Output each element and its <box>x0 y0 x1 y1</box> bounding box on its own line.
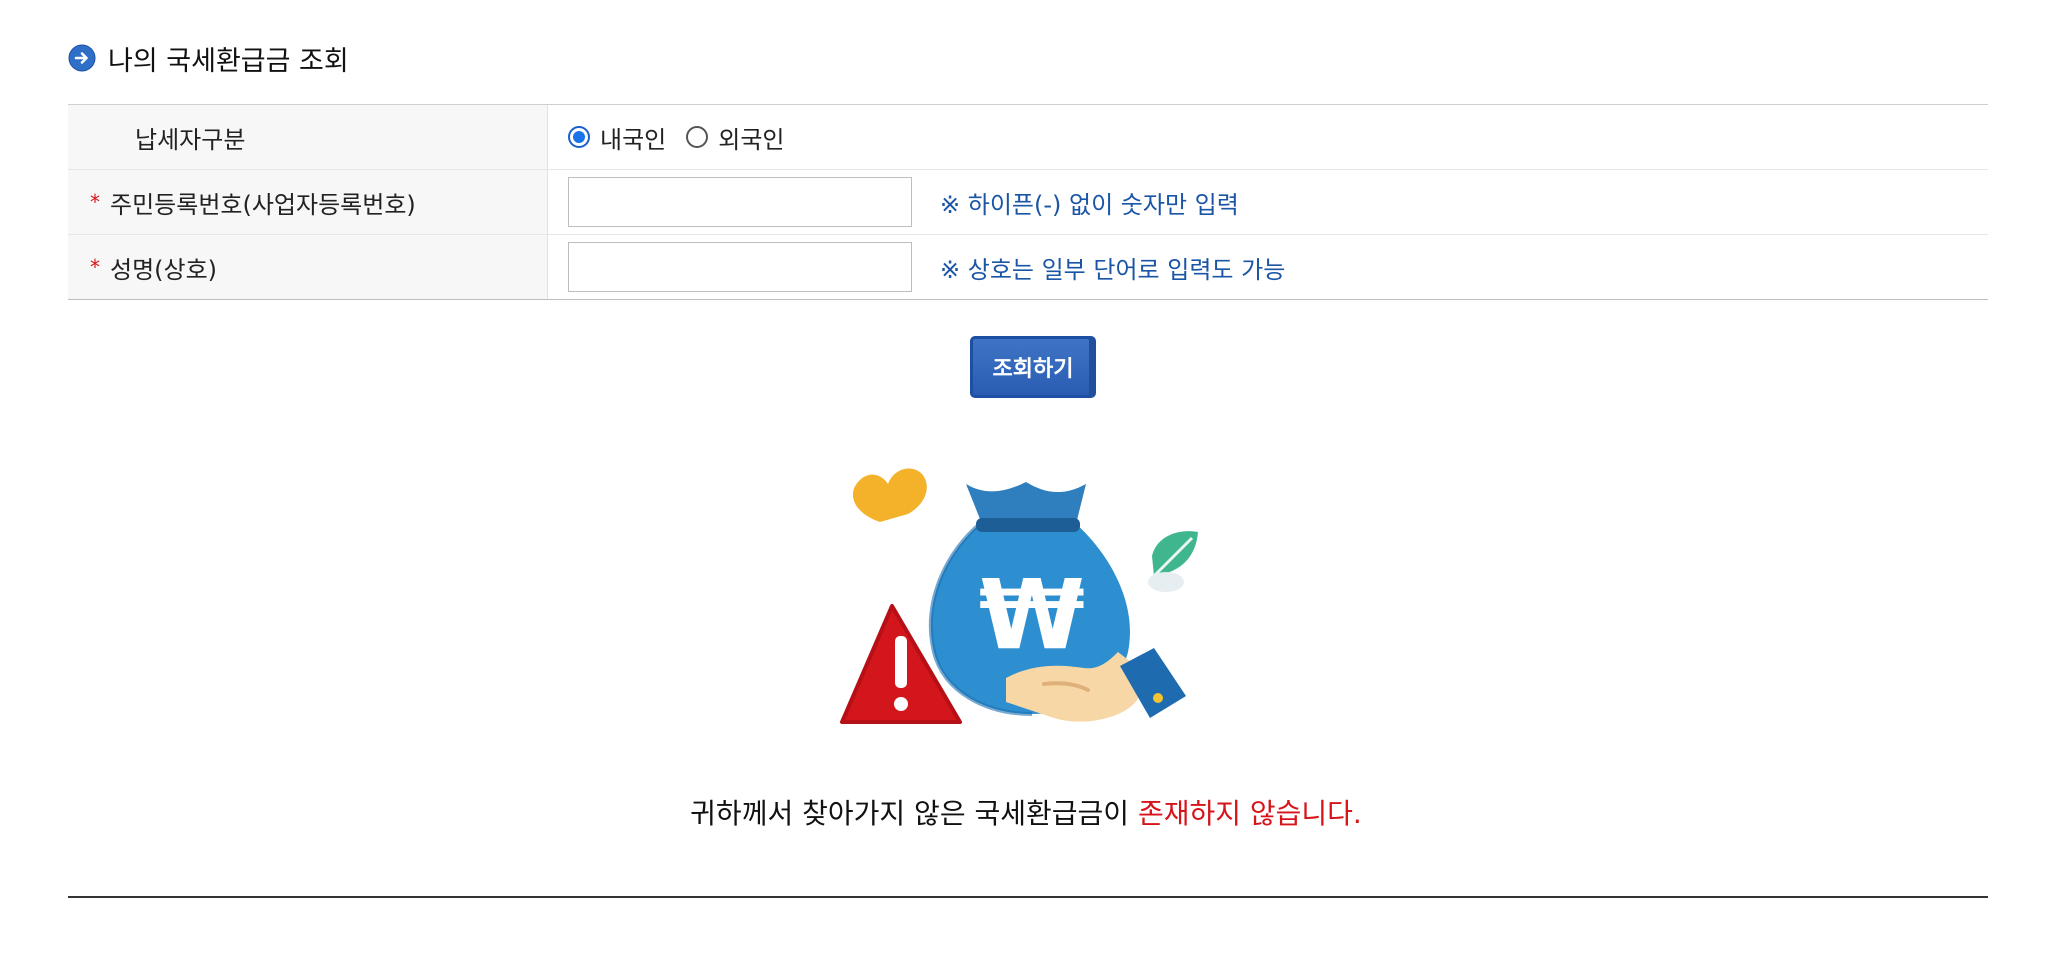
search-button[interactable]: 조회하기 <box>970 336 1096 398</box>
taxpayer-type-row: 납세자구분 내국인 외국인 <box>68 105 1988 170</box>
foreign-radio[interactable] <box>686 126 709 148</box>
required-mark-icon: * <box>90 190 100 214</box>
resident-number-row: * 주민등록번호(사업자등록번호) ※ 하이픈(-) 없이 숫자만 입력 <box>68 170 1988 235</box>
name-input[interactable] <box>568 242 912 292</box>
result-message: 귀하께서 찾아가지 않은 국세환급금이 존재하지 않습니다. <box>0 792 2052 832</box>
name-label: 성명(상호) <box>110 255 218 284</box>
section-title-text: 나의 국세환급금 조회 <box>108 45 349 77</box>
name-hint: ※ 상호는 일부 단어로 입력도 가능 <box>940 255 1286 284</box>
taxpayer-type-label-cell: 납세자구분 <box>68 105 548 169</box>
foreign-radio-label[interactable]: 외국인 <box>718 120 784 155</box>
money-bag-warning-illustration: ₩ <box>840 468 1198 724</box>
search-form-table: 납세자구분 내국인 외국인 * 주민등록번호(사업자등록번호) ※ 하이픈(-)… <box>68 104 1988 300</box>
taxpayer-type-label: 납세자구분 <box>135 125 246 154</box>
result-message-prefix: 귀하께서 찾아가지 않은 국세환급금이 <box>690 797 1138 830</box>
sleeve-icon <box>1120 648 1186 718</box>
search-button-wrap: 조회하기 <box>970 336 1096 398</box>
resident-number-input[interactable] <box>568 177 912 227</box>
domestic-radio[interactable] <box>568 126 590 148</box>
taxpayer-type-cell: 내국인 외국인 <box>548 105 1988 169</box>
required-mark-icon: * <box>90 255 100 279</box>
taxpayer-type-radio-group: 내국인 외국인 <box>568 120 805 155</box>
name-row: * 성명(상호) ※ 상호는 일부 단어로 입력도 가능 <box>68 235 1988 299</box>
name-label-cell: * 성명(상호) <box>68 235 548 299</box>
bottom-divider <box>68 896 1988 898</box>
arrow-circle-icon <box>68 44 96 72</box>
resident-number-cell: ※ 하이픈(-) 없이 숫자만 입력 <box>548 170 1988 234</box>
result-message-highlight: 존재하지 않습니다. <box>1137 797 1362 830</box>
name-cell: ※ 상호는 일부 단어로 입력도 가능 <box>548 235 1988 299</box>
resident-number-label-cell: * 주민등록번호(사업자등록번호) <box>68 170 548 234</box>
section-title: 나의 국세환급금 조회 <box>68 40 349 77</box>
domestic-radio-label[interactable]: 내국인 <box>600 120 666 155</box>
resident-number-hint: ※ 하이픈(-) 없이 숫자만 입력 <box>940 190 1239 219</box>
heart-icon <box>852 468 927 522</box>
resident-number-label: 주민등록번호(사업자등록번호) <box>110 190 416 219</box>
won-symbol-icon: ₩ <box>979 559 1085 671</box>
